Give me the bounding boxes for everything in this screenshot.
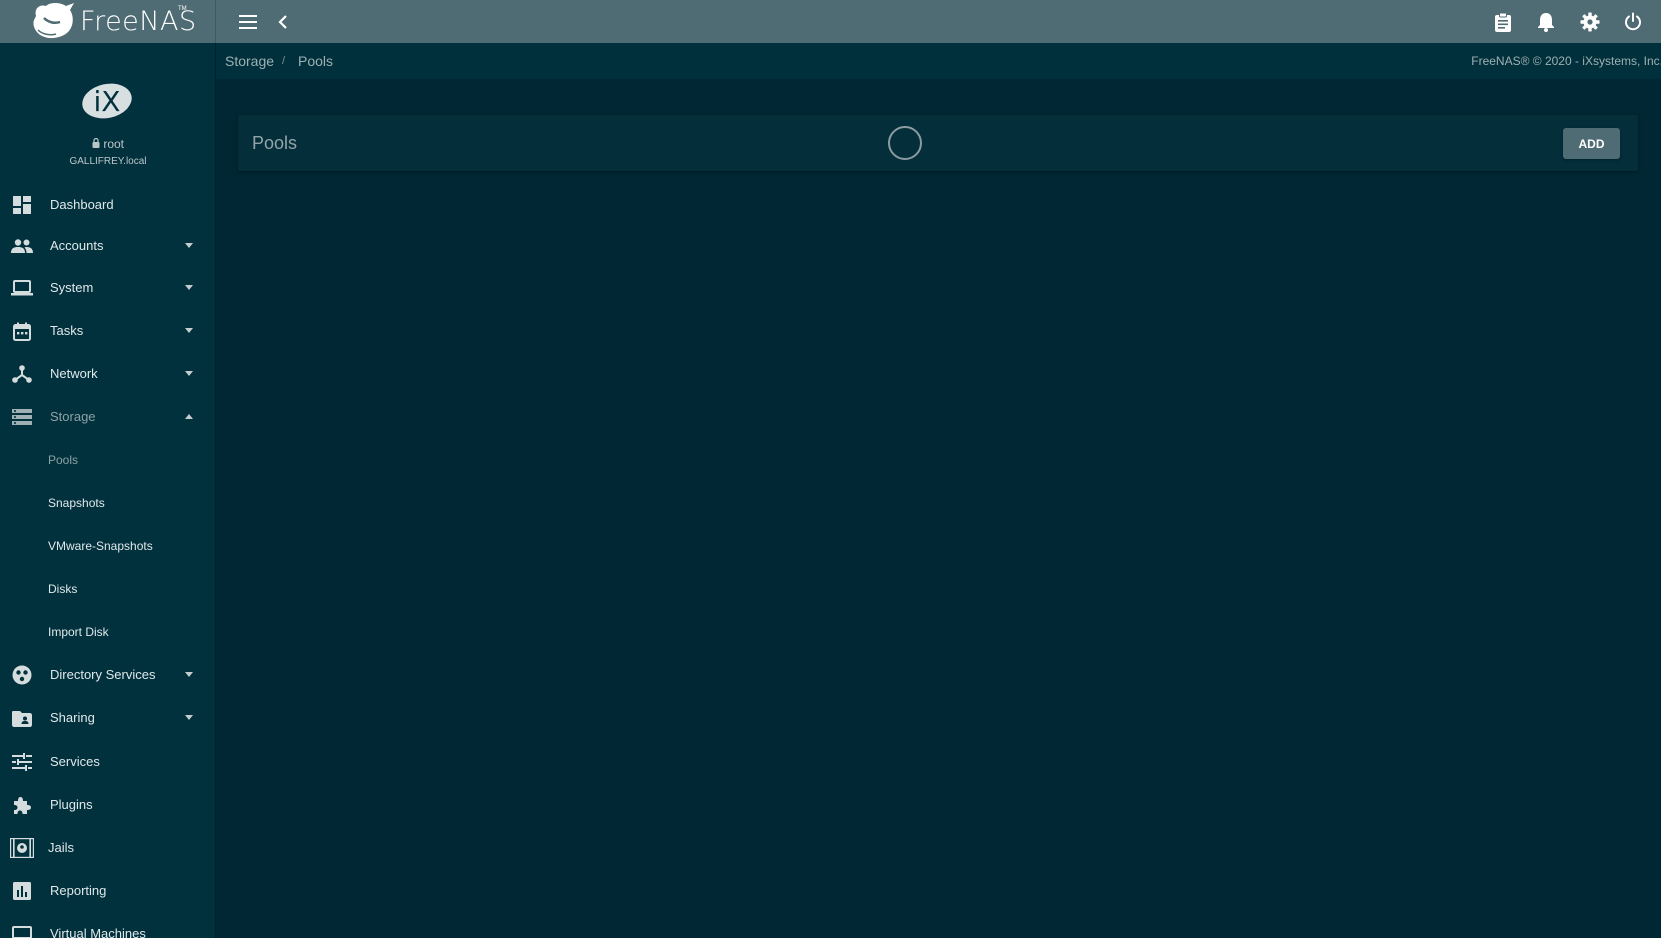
menu-icon — [239, 15, 257, 29]
sidebar-item-accounts[interactable]: Accounts — [0, 224, 215, 267]
sidebar-item-reporting[interactable]: Reporting — [0, 869, 215, 912]
sidebar-item-label: Network — [50, 366, 98, 381]
sidebar-item-network[interactable]: Network — [0, 352, 215, 395]
computer-icon — [10, 922, 34, 938]
chart-icon — [10, 879, 34, 903]
sidebar-item-label: Virtual Machines — [50, 926, 146, 938]
bell-icon — [1538, 13, 1554, 32]
shared-folder-icon — [10, 706, 34, 730]
sidebar-item-disks[interactable]: Disks — [0, 567, 215, 610]
tune-icon — [10, 750, 34, 774]
sidebar-item-storage[interactable]: Storage — [0, 395, 215, 438]
sidebar-item-label: Pools — [48, 452, 79, 467]
chevron-down-icon — [185, 371, 193, 376]
task-manager-button[interactable] — [1490, 9, 1516, 35]
pools-card-title: Pools — [252, 133, 298, 153]
logo[interactable]: FreeNAS TM — [0, 0, 216, 43]
chevron-down-icon — [185, 243, 193, 248]
sidebar-item-dashboard[interactable]: Dashboard — [0, 183, 215, 226]
user-avatar[interactable]: iX — [82, 81, 132, 121]
sidebar-item-label: Dashboard — [50, 197, 114, 212]
sidebar-item-label: Storage — [50, 409, 96, 424]
sidebar-item-label: Directory Services — [50, 667, 156, 682]
sidebar-item-label: Import Disk — [48, 624, 109, 639]
sidebar-item-label: Accounts — [50, 238, 104, 253]
collapse-sidebar-button[interactable] — [270, 9, 296, 35]
power-icon — [1625, 12, 1641, 31]
breadcrumb-separator: / — [282, 55, 286, 67]
loading-spinner — [888, 126, 922, 160]
sidebar-item-virtual-machines[interactable]: Virtual Machines — [0, 912, 215, 938]
sidebar-item-label: Jails — [48, 840, 75, 855]
sidebar-item-services[interactable]: Services — [0, 740, 215, 783]
hostname: GALLIFREY.local — [69, 156, 147, 167]
dashboard-icon — [10, 193, 34, 217]
sidebar-item-system[interactable]: System — [0, 266, 215, 309]
gear-icon — [1580, 12, 1600, 32]
power-button[interactable] — [1620, 9, 1646, 35]
jail-icon — [10, 836, 34, 860]
username-text: root — [103, 137, 125, 151]
settings-button[interactable] — [1577, 9, 1603, 35]
top-toolbar: FreeNAS TM — [0, 0, 1661, 43]
storage-icon — [10, 405, 34, 429]
notifications-button[interactable] — [1533, 9, 1559, 35]
chevron-up-icon — [185, 414, 193, 419]
clipboard-icon — [1495, 12, 1511, 32]
sidebar-item-plugins[interactable]: Plugins — [0, 783, 215, 826]
sidebar-item-label: VMware-Snapshots — [48, 538, 153, 553]
pools-card: Pools ADD — [238, 115, 1638, 171]
sidebar-item-label: System — [50, 280, 94, 295]
sidebar: iX root GALLIFREY.local Dashboard Accoun… — [0, 43, 216, 938]
chevron-down-icon — [185, 328, 193, 333]
sidebar-item-import-disk[interactable]: Import Disk — [0, 610, 215, 653]
sidebar-item-directory-services[interactable]: Directory Services — [0, 653, 215, 696]
sidebar-item-jails[interactable]: Jails — [0, 826, 215, 869]
sidebar-item-label: Reporting — [50, 883, 107, 898]
sidebar-item-snapshots[interactable]: Snapshots — [0, 481, 215, 524]
sidebar-item-sharing[interactable]: Sharing — [0, 696, 215, 739]
menu-toggle-button[interactable] — [235, 9, 261, 35]
lock-icon — [92, 137, 100, 148]
chevron-down-icon — [185, 672, 193, 677]
directory-icon — [10, 663, 34, 687]
sidebar-item-label: Disks — [48, 581, 78, 596]
people-icon — [10, 234, 34, 258]
sidebar-item-vmware-snapshots[interactable]: VMware-Snapshots — [0, 524, 215, 567]
breadcrumb-item-pools: Pools — [298, 53, 334, 69]
sidebar-item-label: Services — [50, 754, 100, 769]
laptop-icon — [10, 276, 34, 300]
breadcrumb: Storage / Pools FreeNAS® © 2020 - iXsyst… — [216, 43, 1661, 79]
sidebar-item-tasks[interactable]: Tasks — [0, 309, 215, 352]
network-icon — [10, 362, 34, 386]
copyright-text: FreeNAS® © 2020 - iXsystems, Inc. — [1471, 54, 1661, 68]
avatar-text: iX — [94, 85, 121, 118]
username: root — [0, 137, 215, 151]
puzzle-icon — [10, 793, 34, 817]
calendar-icon — [10, 319, 34, 343]
sidebar-item-label: Snapshots — [48, 495, 105, 510]
freenas-shark-logo-icon — [33, 3, 74, 39]
sidebar-item-label: Sharing — [50, 710, 95, 725]
breadcrumb-item-storage[interactable]: Storage — [225, 53, 274, 69]
logo-trademark: TM — [178, 6, 187, 12]
sidebar-item-label: Plugins — [50, 797, 93, 812]
sidebar-item-pools[interactable]: Pools — [0, 438, 215, 481]
chevron-down-icon — [185, 715, 193, 720]
chevron-left-icon — [278, 15, 287, 29]
sidebar-item-label: Tasks — [50, 323, 84, 338]
chevron-down-icon — [185, 285, 193, 290]
add-pool-button[interactable]: ADD — [1563, 128, 1620, 159]
